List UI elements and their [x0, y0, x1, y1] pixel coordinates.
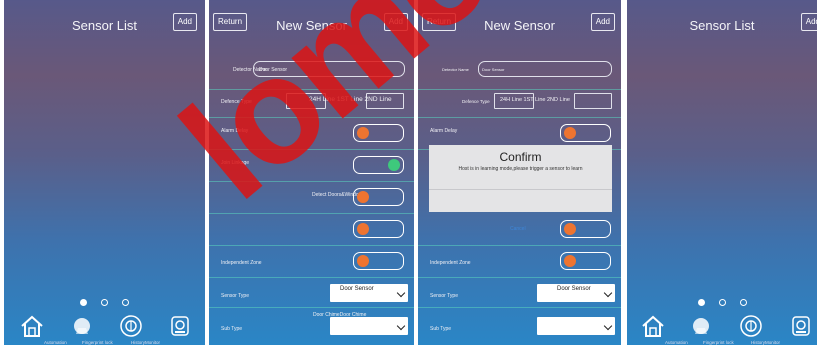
page-indicator: [4, 293, 205, 311]
defence-type-label: Defence Type: [462, 99, 490, 104]
home-icon[interactable]: [641, 314, 665, 338]
fingerprint-lock-icon[interactable]: [119, 314, 143, 338]
option-toggle[interactable]: [560, 220, 611, 238]
page-dot[interactable]: [718, 299, 726, 306]
defence-type-options[interactable]: 24H Line 1ST Line 2ND Line: [500, 97, 570, 103]
independent-zone-toggle[interactable]: [560, 252, 611, 270]
history-monitor-icon[interactable]: [789, 314, 813, 338]
bottom-nav: Automation Fingerprint lock HistoryMonit…: [4, 312, 205, 345]
join-linkage-toggle[interactable]: [353, 156, 404, 174]
option-toggle[interactable]: [353, 220, 404, 238]
chevron-down-icon: [603, 288, 613, 298]
nav-label-automation: Automation: [665, 340, 688, 345]
sensor-type-row: Sensor Type Door Sensor: [209, 278, 414, 308]
page-dot[interactable]: [101, 299, 108, 306]
page-dot-active[interactable]: [80, 299, 87, 306]
cancel-button[interactable]: Cancel: [510, 226, 526, 232]
sub-type-row: Sub Type Door ChimeDoor Chime: [209, 308, 414, 345]
nav-label-fingerprint-lock: Fingerprint lock: [82, 340, 113, 345]
nav-label-history-monitor: HistoryMonitor: [131, 340, 161, 345]
cancel-row: Cancel: [418, 214, 621, 246]
sub-type-label: Sub Type: [221, 326, 243, 332]
defence-type-box-2[interactable]: [574, 93, 612, 109]
defence-type-row: Defence Type 24H Line 1ST Line 2ND Line: [418, 90, 621, 118]
nav-label-fingerprint-lock: Fingerprint lock: [703, 340, 734, 345]
chevron-down-icon: [396, 321, 406, 331]
add-button[interactable]: Add: [172, 13, 197, 31]
page-dot[interactable]: [739, 299, 747, 306]
alarm-delay-label: Alarm Delay: [430, 128, 458, 134]
dialog-divider: [429, 189, 612, 190]
page-title: Sensor List: [689, 18, 755, 33]
page-dot[interactable]: [122, 299, 129, 306]
sensor-type-label: Sensor Type: [221, 293, 249, 299]
sub-type-select[interactable]: [537, 317, 615, 335]
sub-type-label: Sub Type: [430, 326, 452, 332]
sensor-type-label: Sensor Type: [430, 293, 458, 299]
page-indicator: [627, 293, 817, 311]
alarm-delay-toggle[interactable]: [560, 124, 611, 142]
sensor-type-select[interactable]: Door Sensor: [537, 284, 615, 302]
sub-type-select[interactable]: [330, 317, 408, 335]
confirm-dialog: Confirm Host is in learning mode,please …: [429, 145, 612, 212]
sensor-type-row: Sensor Type Door Sensor: [418, 278, 621, 308]
dialog-title: Confirm: [499, 150, 542, 164]
bottom-nav: Automation Fingerprint lock HistoryMonit…: [627, 312, 817, 345]
detect-doors-toggle[interactable]: [353, 188, 404, 206]
independent-zone-row: Independent Zone: [209, 246, 414, 278]
nav-label-history-monitor: HistoryMonitor: [751, 340, 781, 345]
chevron-down-icon: [603, 321, 613, 331]
add-button[interactable]: Add: [590, 13, 615, 31]
independent-zone-label: Independent Zone: [221, 260, 262, 266]
independent-zone-label: Independent Zone: [430, 260, 471, 266]
add-button[interactable]: Add: [800, 13, 817, 31]
sub-type-row: Sub Type: [418, 308, 621, 345]
detector-name-value: Door Sensor: [482, 67, 505, 72]
home-icon[interactable]: [20, 314, 44, 338]
blank-toggle-row: [209, 214, 414, 246]
page-dot-active[interactable]: [697, 299, 705, 306]
automation-icon[interactable]: [70, 314, 94, 338]
independent-zone-row: Independent Zone: [418, 246, 621, 278]
sensor-list-screen-2: Sensor List Add Automation Fingerprint l…: [627, 0, 817, 345]
fingerprint-lock-icon[interactable]: [739, 314, 763, 338]
sensor-list-screen: Sensor List Add Automation Fingerprint l…: [4, 0, 205, 345]
automation-icon[interactable]: [689, 314, 713, 338]
nav-label-automation: Automation: [44, 340, 67, 345]
screenshot-stage: Sensor List Add Automation Fingerprint l…: [0, 0, 817, 345]
chevron-down-icon: [396, 288, 406, 298]
independent-zone-toggle[interactable]: [353, 252, 404, 270]
history-monitor-icon[interactable]: [168, 314, 192, 338]
sensor-type-select[interactable]: Door Sensor: [330, 284, 408, 302]
dialog-message: Host is in learning mode,please trigger …: [458, 166, 583, 172]
